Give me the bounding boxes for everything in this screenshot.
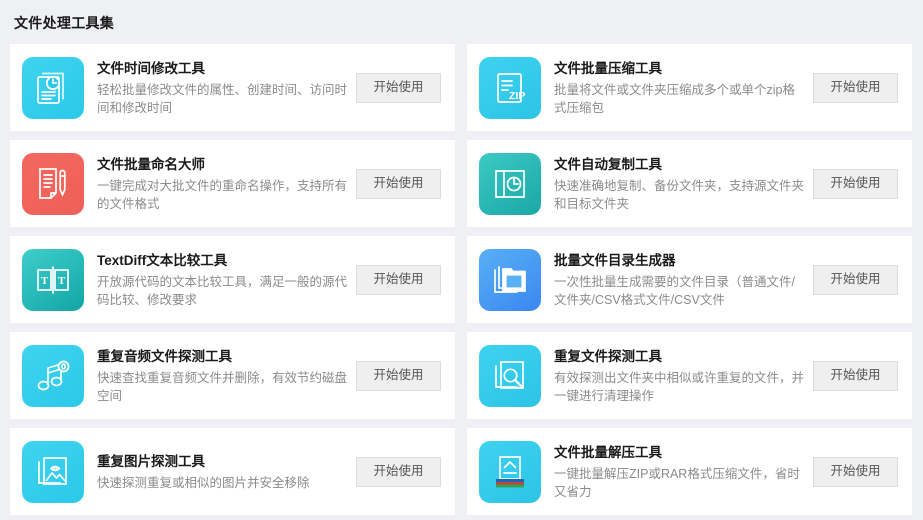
- tool-card[interactable]: 重复图片探测工具 快速探测重复或相似的图片并安全移除 开始使用: [10, 428, 455, 515]
- tool-description: 一次性批量生成需要的文件目录（普通文件/文件夹/CSV格式文件/CSV文件: [554, 274, 795, 307]
- tool-title: 文件自动复制工具: [554, 156, 662, 172]
- tool-title: 重复图片探测工具: [97, 453, 205, 469]
- tool-description: 快速探测重复或相似的图片并安全移除: [97, 475, 310, 490]
- tool-card-grid: 文件时间修改工具 轻松批量修改文件的属性、创建时间、访问时间和修改时间 开始使用…: [10, 44, 913, 515]
- tool-card-body: 文件批量解压工具 一键批量解压ZIP或RAR格式压缩文件，省时又省力: [554, 443, 813, 501]
- tool-card[interactable]: 文件自动复制工具 快速准确地复制、备份文件夹，支持源文件夹和目标文件夹 开始使用: [467, 140, 912, 227]
- tool-title: 文件时间修改工具: [97, 60, 205, 76]
- tool-card-body: 文件批量命名大师 一键完成对大批文件的重命名操作，支持所有的文件格式: [97, 155, 356, 213]
- tool-card-body: 文件时间修改工具 轻松批量修改文件的属性、创建时间、访问时间和修改时间: [97, 59, 356, 117]
- start-use-button[interactable]: 开始使用: [356, 264, 441, 295]
- start-use-button[interactable]: 开始使用: [813, 360, 898, 391]
- unzip-icon: [479, 440, 541, 503]
- tool-card-body: 重复图片探测工具 快速探测重复或相似的图片并安全移除: [97, 452, 356, 492]
- tool-collection-page: 文件处理工具集 文件时间修改工具 轻松批量修改文件的属性、创建时间、访问时间和修…: [0, 0, 923, 520]
- tool-card-body: 文件自动复制工具 快速准确地复制、备份文件夹，支持源文件夹和目标文件夹: [554, 155, 813, 213]
- music-note-icon: [22, 344, 84, 407]
- tool-description: 有效探测出文件夹中相似或许重复的文件，并一键进行清理操作: [554, 370, 805, 403]
- tool-card[interactable]: 文件批量解压工具 一键批量解压ZIP或RAR格式压缩文件，省时又省力 开始使用: [467, 428, 912, 515]
- tool-card[interactable]: 重复音频文件探测工具 快速查找重复音频文件并删除，有效节约磁盘空间 开始使用: [10, 332, 455, 419]
- start-use-button[interactable]: 开始使用: [356, 72, 441, 103]
- start-use-button[interactable]: 开始使用: [356, 360, 441, 391]
- tool-card-body: 重复音频文件探测工具 快速查找重复音频文件并删除，有效节约磁盘空间: [97, 347, 356, 405]
- folder-stack-icon: [479, 248, 541, 311]
- tool-title: TextDiff文本比较工具: [97, 252, 228, 268]
- start-use-button[interactable]: 开始使用: [813, 264, 898, 295]
- tool-card[interactable]: ZIP 文件批量压缩工具 批量将文件或文件夹压缩成多个或单个zip格式压缩包 开…: [467, 44, 912, 131]
- tool-description: 开放源代码的文本比较工具，满足一般的源代码比较、修改要求: [97, 274, 348, 307]
- start-use-button[interactable]: 开始使用: [813, 456, 898, 487]
- tool-card[interactable]: 文件时间修改工具 轻松批量修改文件的属性、创建时间、访问时间和修改时间 开始使用: [10, 44, 455, 131]
- tool-title: 文件批量命名大师: [97, 156, 205, 172]
- tool-title: 文件批量压缩工具: [554, 60, 662, 76]
- document-pencil-icon: [22, 152, 84, 215]
- svg-text:ZIP: ZIP: [509, 90, 525, 102]
- copy-clock-icon: [479, 152, 541, 215]
- image-search-icon: [22, 440, 84, 503]
- tool-title: 重复文件探测工具: [554, 348, 662, 364]
- tool-card-body: 重复文件探测工具 有效探测出文件夹中相似或许重复的文件，并一键进行清理操作: [554, 347, 813, 405]
- tool-description: 批量将文件或文件夹压缩成多个或单个zip格式压缩包: [554, 82, 795, 115]
- tool-card[interactable]: 重复文件探测工具 有效探测出文件夹中相似或许重复的文件，并一键进行清理操作 开始…: [467, 332, 912, 419]
- tool-title: 重复音频文件探测工具: [97, 348, 232, 364]
- document-clock-icon: [22, 56, 84, 119]
- svg-text:T: T: [58, 275, 66, 287]
- text-diff-icon: T T: [22, 248, 84, 311]
- tool-description: 一键完成对大批文件的重命名操作，支持所有的文件格式: [97, 178, 348, 211]
- tool-card[interactable]: 文件批量命名大师 一键完成对大批文件的重命名操作，支持所有的文件格式 开始使用: [10, 140, 455, 227]
- tool-card-body: 批量文件目录生成器 一次性批量生成需要的文件目录（普通文件/文件夹/CSV格式文…: [554, 251, 813, 309]
- start-use-button[interactable]: 开始使用: [356, 168, 441, 199]
- start-use-button[interactable]: 开始使用: [813, 168, 898, 199]
- tool-description: 轻松批量修改文件的属性、创建时间、访问时间和修改时间: [97, 82, 348, 115]
- start-use-button[interactable]: 开始使用: [813, 72, 898, 103]
- tool-title: 文件批量解压工具: [554, 444, 662, 460]
- start-use-button[interactable]: 开始使用: [356, 456, 441, 487]
- tool-description: 快速准确地复制、备份文件夹，支持源文件夹和目标文件夹: [554, 178, 805, 211]
- file-search-icon: [479, 344, 541, 407]
- page-title: 文件处理工具集: [14, 15, 115, 31]
- zip-file-icon: ZIP: [479, 56, 541, 119]
- tool-card-body: 文件批量压缩工具 批量将文件或文件夹压缩成多个或单个zip格式压缩包: [554, 59, 813, 117]
- tool-card[interactable]: T T TextDiff文本比较工具 开放源代码的文本比较工具，满足一般的源代码…: [10, 236, 455, 323]
- tool-title: 批量文件目录生成器: [554, 252, 676, 268]
- svg-text:T: T: [41, 275, 49, 287]
- tool-card-body: TextDiff文本比较工具 开放源代码的文本比较工具，满足一般的源代码比较、修…: [97, 251, 356, 309]
- tool-description: 快速查找重复音频文件并删除，有效节约磁盘空间: [97, 370, 348, 403]
- tool-description: 一键批量解压ZIP或RAR格式压缩文件，省时又省力: [554, 466, 800, 499]
- tool-card[interactable]: 批量文件目录生成器 一次性批量生成需要的文件目录（普通文件/文件夹/CSV格式文…: [467, 236, 912, 323]
